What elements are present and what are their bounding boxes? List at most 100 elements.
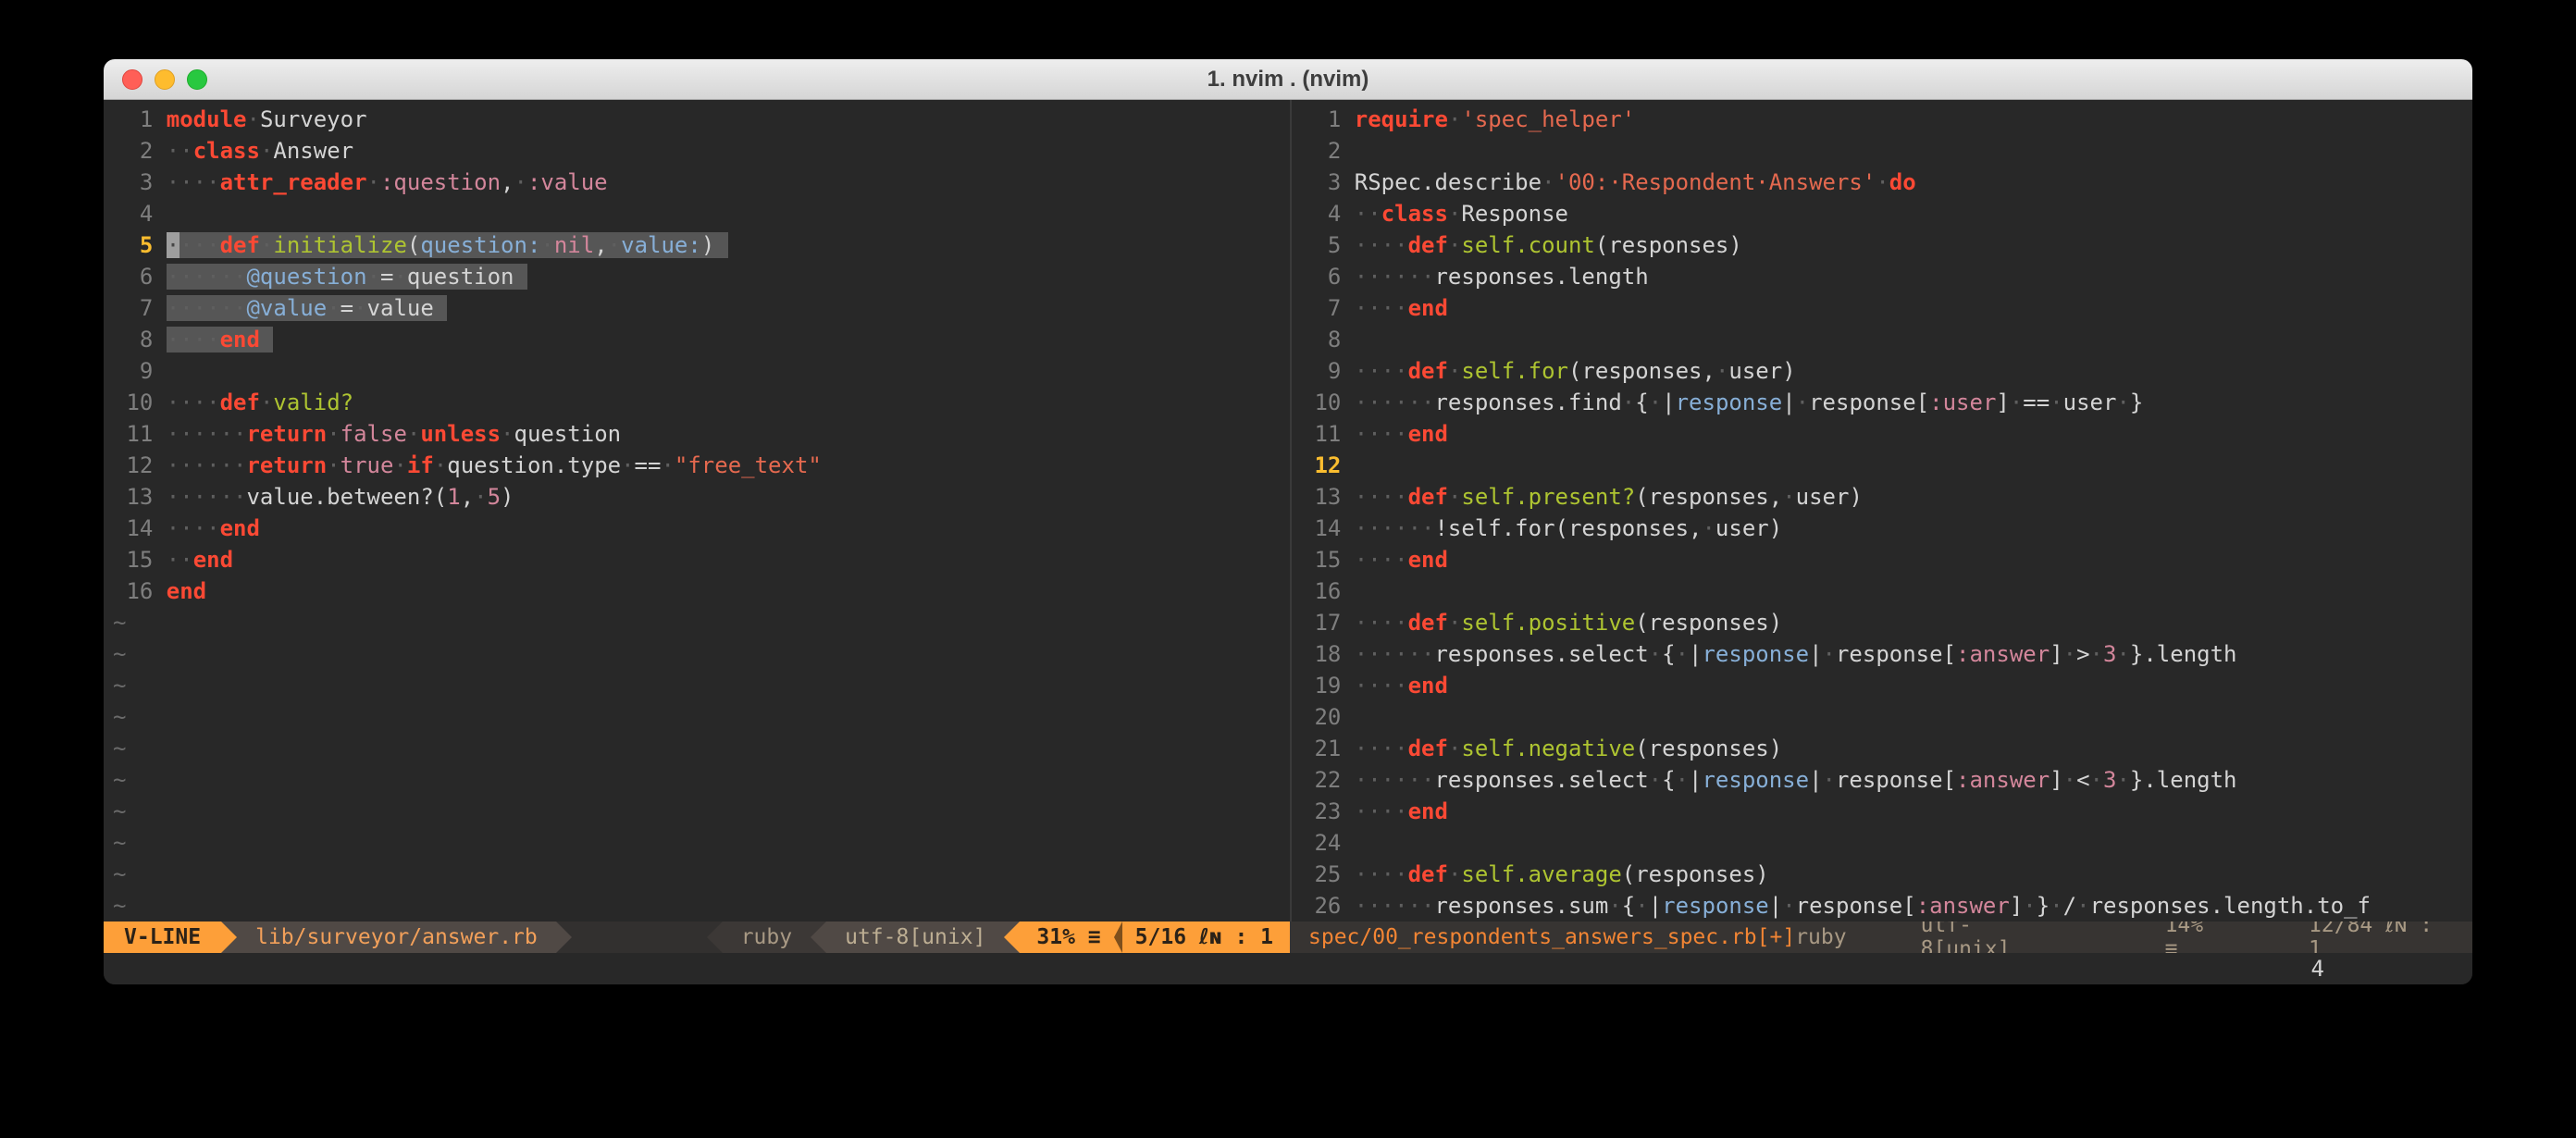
empty-line-tilde: ~ <box>113 670 1290 701</box>
line-number: 1 <box>1301 104 1341 135</box>
line-number: 4 <box>113 198 153 229</box>
code-line[interactable]: 13······value.between?(1,·5) <box>113 481 1290 513</box>
line-number: 14 <box>1301 513 1341 544</box>
code-line[interactable]: 24 <box>1301 827 2472 859</box>
code-text: ····end <box>167 515 260 541</box>
line-number: 15 <box>113 544 153 575</box>
empty-line-tilde: ~ <box>113 764 1290 796</box>
code-line[interactable]: 9 <box>113 355 1290 387</box>
code-line[interactable]: 7····end <box>1301 292 2472 324</box>
code-line[interactable]: 8 <box>1301 324 2472 355</box>
line-number: 11 <box>1301 418 1341 450</box>
code-text: ··class·Answer <box>167 138 353 164</box>
line-number: 11 <box>113 418 153 450</box>
code-text: ····end <box>1355 295 1448 321</box>
titlebar[interactable]: 1. nvim . (nvim) <box>104 59 2472 100</box>
empty-line-tilde: ~ <box>113 701 1290 733</box>
code-text: ······responses.find·{·|response|·respon… <box>1355 390 2144 415</box>
code-text: ····def·valid? <box>167 390 353 415</box>
code-text: ····def·self.average(responses) <box>1355 861 1769 887</box>
code-line[interactable]: 8····end <box>113 324 1290 355</box>
line-number: 8 <box>113 324 153 355</box>
line-number: 13 <box>1301 481 1341 513</box>
line-number: 9 <box>113 355 153 387</box>
line-number: 18 <box>1301 638 1341 670</box>
code-line[interactable]: 1module·Surveyor <box>113 104 1290 135</box>
code-line[interactable]: 18······responses.select·{·|response|·re… <box>1301 638 2472 670</box>
code-line[interactable]: 13 ····def·self.present?(responses,·user) <box>1301 481 2472 513</box>
line-number: 26 <box>1301 890 1341 922</box>
code-line[interactable]: 7······@value·=·value <box>113 292 1290 324</box>
code-line[interactable]: 12······return·true·if·question.type·==·… <box>113 450 1290 481</box>
filetype-right: ruby <box>1795 925 1846 949</box>
line-number: 8 <box>1301 324 1341 355</box>
code-line[interactable]: 12 <box>1301 450 2472 481</box>
code-line[interactable]: 9····def·self.for(responses,·user) <box>1301 355 2472 387</box>
code-line[interactable]: 3RSpec.describe·'00:·Respondent·Answers'… <box>1301 167 2472 198</box>
line-number: 23 <box>1301 796 1341 827</box>
code-text: RSpec.describe·'00:·Respondent·Answers'·… <box>1355 169 1916 195</box>
editor-pane-right[interactable]: 1require·'spec_helper'23RSpec.describe·'… <box>1290 100 2472 922</box>
line-number: 6 <box>1301 261 1341 292</box>
code-line[interactable]: 11····end <box>1301 418 2472 450</box>
code-line[interactable]: 19····end <box>1301 670 2472 701</box>
code-text: ····def·self.count(responses) <box>1355 232 1742 258</box>
code-text: ······responses.length <box>1355 264 1649 290</box>
powerline-separator-icon <box>1004 922 1020 953</box>
line-number: 9 <box>1301 355 1341 387</box>
code-text: ······responses.sum·{·|response|·respons… <box>1355 893 2371 919</box>
code-line[interactable]: 10 ····def·valid? <box>113 387 1290 418</box>
empty-line-tilde: ~ <box>113 827 1290 859</box>
code-text: ····def·self.present?(responses,·user) <box>1355 484 1863 510</box>
statusline-right: spec/00_respondents_answers_spec.rb[+] r… <box>1290 922 2472 953</box>
code-line[interactable]: 11······return·false·unless·question <box>113 418 1290 450</box>
empty-line-tilde: ~ <box>113 607 1290 638</box>
code-text: ····end <box>1355 673 1448 699</box>
percent-left-label: 31% ≡ <box>1036 925 1100 949</box>
code-line[interactable]: 15····end <box>1301 544 2472 575</box>
code-line[interactable]: 5····def·self.count(responses) <box>1301 229 2472 261</box>
position-right: 12/84 ℓɴ : 1 <box>2309 922 2450 953</box>
editor-pane-left[interactable]: 1module·Surveyor2··class·Answer3····attr… <box>104 100 1290 922</box>
empty-line-tilde: ~ <box>113 796 1290 827</box>
filename-left: lib/surveyor/answer.rb <box>237 922 556 953</box>
code-line[interactable]: 21····def·self.negative(responses) <box>1301 733 2472 764</box>
code-line[interactable]: 17····def·self.positive(responses) <box>1301 607 2472 638</box>
code-line[interactable]: 1require·'spec_helper' <box>1301 104 2472 135</box>
code-line[interactable]: 3····attr_reader·:question,·:value <box>113 167 1290 198</box>
code-line[interactable]: 6······@question·=·question <box>113 261 1290 292</box>
code-text: ······@value·=·value <box>167 295 447 321</box>
command-line[interactable]: 4 <box>104 953 2472 984</box>
powerline-separator-icon <box>811 922 826 953</box>
terminal-window: 1. nvim . (nvim) 1module·Surveyor2··clas… <box>104 59 2472 984</box>
statuslines: V-LINE lib/surveyor/answer.rb ruby utf-8… <box>104 922 2472 953</box>
line-number: 4 <box>1301 198 1341 229</box>
code-line[interactable]: 4 <box>113 198 1290 229</box>
code-line[interactable]: 16 <box>1301 575 2472 607</box>
line-number: 13 <box>113 481 153 513</box>
code-line[interactable]: 2··class·Answer <box>113 135 1290 167</box>
statusline-spacer <box>572 922 707 953</box>
code-line[interactable]: 5····def·initialize(question:·nil,·value… <box>113 229 1290 261</box>
code-line[interactable]: 15··end <box>113 544 1290 575</box>
code-line[interactable]: 2 <box>1301 135 2472 167</box>
code-line[interactable]: 26 ······responses.sum·{·|response|·respo… <box>1301 890 2472 922</box>
line-number: 2 <box>1301 135 1341 167</box>
code-line[interactable]: 23····end <box>1301 796 2472 827</box>
line-number: 10 <box>113 387 153 418</box>
code-text: ····def·initialize(question:·nil,·value:… <box>167 232 728 258</box>
code-text: ······@question·=·question <box>167 264 527 290</box>
code-line[interactable]: 14······!self.for(responses,·user) <box>1301 513 2472 544</box>
line-number: 17 <box>1301 607 1341 638</box>
code-line[interactable]: 22······responses.select·{·|response|·re… <box>1301 764 2472 796</box>
code-line[interactable]: 25····def·self.average(responses) <box>1301 859 2472 890</box>
line-number: 21 <box>1301 733 1341 764</box>
code-line[interactable]: 6 ······responses.length <box>1301 261 2472 292</box>
code-line[interactable]: 14····end <box>113 513 1290 544</box>
code-line[interactable]: 16end <box>113 575 1290 607</box>
powerline-separator-icon <box>556 922 572 953</box>
code-line[interactable]: 20 <box>1301 701 2472 733</box>
code-text: ····attr_reader·:question,·:value <box>167 169 608 195</box>
code-line[interactable]: 10······responses.find·{·|response|·resp… <box>1301 387 2472 418</box>
code-line[interactable]: 4··class·Response <box>1301 198 2472 229</box>
